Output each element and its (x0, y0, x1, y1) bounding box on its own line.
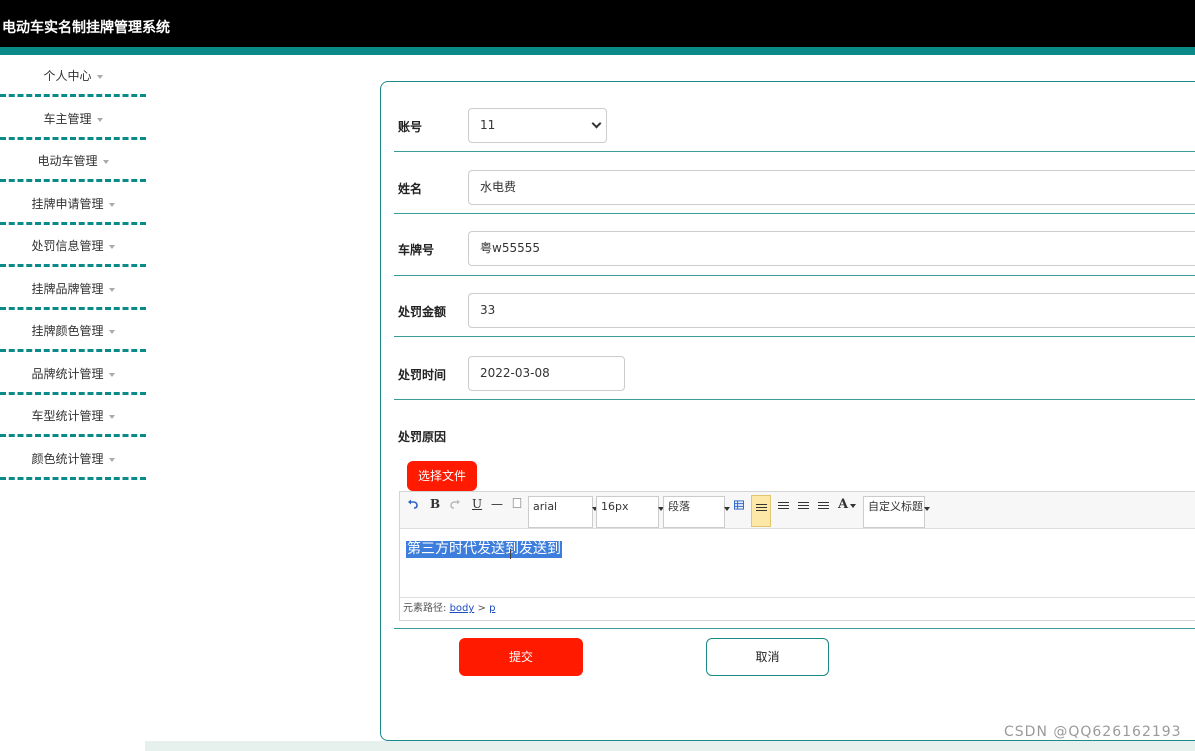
paste-icon[interactable] (512, 498, 522, 508)
font-family-value: arial (533, 500, 558, 513)
account-value: 11 (480, 118, 496, 132)
sidebar-item-label: 电动车管理 (37, 154, 98, 168)
submit-button[interactable]: 提交 (459, 638, 583, 676)
sidebar-item-label: 个人中心 (43, 69, 92, 83)
row-divider (394, 399, 1195, 400)
text-cursor-icon (510, 549, 516, 559)
caret-down-icon[interactable] (850, 504, 856, 508)
paragraph-value: 段落 (668, 500, 690, 513)
align-center-icon[interactable] (798, 502, 809, 511)
element-path-label: 元素路径: (403, 603, 447, 614)
redo-icon[interactable] (450, 499, 460, 509)
sidebar-item-label: 车型统计管理 (31, 409, 104, 423)
time-value: 2022-03-08 (480, 366, 550, 380)
account-select[interactable]: 11 (468, 108, 607, 143)
caret-down-icon (108, 457, 115, 462)
sidebar-item-personal-center[interactable]: 个人中心 (0, 55, 146, 97)
font-family-select[interactable]: arial (528, 496, 598, 528)
custom-title-select[interactable]: 自定义标题 (863, 496, 930, 528)
sidebar-item-brand-stats[interactable]: 品牌统计管理 (0, 353, 146, 395)
caret-down-icon (96, 74, 103, 79)
reason-label: 处罚原因 (398, 430, 447, 444)
time-field[interactable]: 2022-03-08 (468, 356, 625, 391)
name-value: 水电费 (480, 180, 517, 194)
path-separator: > (477, 603, 486, 614)
name-label: 姓名 (398, 182, 423, 196)
caret-down-icon (108, 287, 115, 292)
rich-text-editor: B U — arial 16px 段落 A 自定义标题 第三方时代发送到发送到 … (399, 491, 1195, 621)
footer-strip (145, 741, 1195, 751)
path-body-link[interactable]: body (450, 603, 475, 614)
amount-field[interactable]: 33 (468, 293, 1195, 328)
sidebar-item-plate-brand[interactable]: 挂牌品牌管理 (0, 268, 146, 310)
sidebar-item-color-stats[interactable]: 颜色统计管理 (0, 438, 146, 480)
sidebar-item-plate-application[interactable]: 挂牌申请管理 (0, 183, 146, 225)
font-color-button[interactable]: A (838, 497, 848, 512)
app-title: 电动车实名制挂牌管理系统 (2, 20, 170, 36)
font-size-select[interactable]: 16px (596, 496, 664, 528)
path-p-link[interactable]: p (489, 603, 495, 614)
caret-down-icon (108, 244, 115, 249)
choose-file-button[interactable]: 选择文件 (407, 461, 477, 491)
plate-field[interactable]: 粤w55555 (468, 231, 1195, 266)
plate-value: 粤w55555 (480, 241, 540, 255)
sidebar-item-plate-color[interactable]: 挂牌颜色管理 (0, 310, 146, 352)
csdn-watermark: CSDN @QQ626162193 (1004, 724, 1182, 740)
sidebar-item-ebike-management[interactable]: 电动车管理 (0, 140, 146, 182)
chevron-down-icon (591, 118, 602, 129)
row-divider (394, 628, 1195, 629)
horizontal-rule-button[interactable]: — (491, 497, 503, 511)
caret-down-icon (108, 202, 115, 207)
editor-status-bar: 元素路径: body > p (400, 597, 1195, 621)
editor-content-text: 第三方时代发送到发送到 (406, 541, 562, 558)
plate-label: 车牌号 (398, 243, 435, 257)
sidebar-item-penalty-info[interactable]: 处罚信息管理 (0, 225, 146, 267)
sidebar: 个人中心 车主管理 电动车管理 挂牌申请管理 处罚信息管理 挂牌品牌管理 挂牌颜… (0, 55, 150, 515)
name-field[interactable]: 水电费 (468, 170, 1195, 205)
align-left-button[interactable] (751, 495, 771, 527)
sidebar-item-model-stats[interactable]: 车型统计管理 (0, 395, 146, 437)
editor-content-area[interactable]: 第三方时代发送到发送到 (400, 529, 1195, 597)
sidebar-item-label: 挂牌申请管理 (31, 197, 104, 211)
row-divider (394, 275, 1195, 276)
sidebar-item-owner-management[interactable]: 车主管理 (0, 98, 146, 140)
sidebar-item-label: 颜色统计管理 (31, 452, 104, 466)
sidebar-item-label: 挂牌品牌管理 (31, 282, 104, 296)
caret-down-icon (96, 117, 103, 122)
row-divider (394, 336, 1195, 337)
align-justify-icon[interactable] (818, 502, 829, 511)
underline-button[interactable]: U (472, 497, 482, 511)
undo-icon[interactable] (408, 499, 418, 509)
top-header: 电动车实名制挂牌管理系统 (0, 0, 1195, 47)
caret-down-icon (102, 159, 109, 164)
amount-label: 处罚金额 (398, 305, 447, 319)
table-icon[interactable] (734, 500, 744, 510)
amount-value: 33 (480, 303, 496, 317)
sidebar-item-label: 处罚信息管理 (31, 239, 104, 253)
caret-down-icon (108, 329, 115, 334)
font-size-value: 16px (601, 500, 629, 513)
row-divider (394, 213, 1195, 214)
account-label: 账号 (398, 120, 423, 134)
custom-title-value: 自定义标题 (868, 500, 923, 513)
align-left-icon (756, 504, 767, 513)
sidebar-item-label: 挂牌颜色管理 (31, 324, 104, 338)
caret-down-icon (724, 507, 730, 511)
caret-down-icon (108, 372, 115, 377)
caret-down-icon (924, 507, 930, 511)
sidebar-item-label: 品牌统计管理 (31, 367, 104, 381)
bold-button[interactable]: B (430, 497, 440, 511)
paragraph-select[interactable]: 段落 (663, 496, 730, 528)
align-right-icon[interactable] (778, 502, 789, 511)
row-divider (394, 151, 1195, 152)
editor-toolbar: B U — arial 16px 段落 A 自定义标题 (400, 492, 1195, 529)
cancel-button[interactable]: 取消 (706, 638, 829, 676)
sidebar-item-label: 车主管理 (43, 112, 92, 126)
time-label: 处罚时间 (398, 368, 447, 382)
caret-down-icon (108, 414, 115, 419)
header-accent-bar (0, 47, 1195, 55)
